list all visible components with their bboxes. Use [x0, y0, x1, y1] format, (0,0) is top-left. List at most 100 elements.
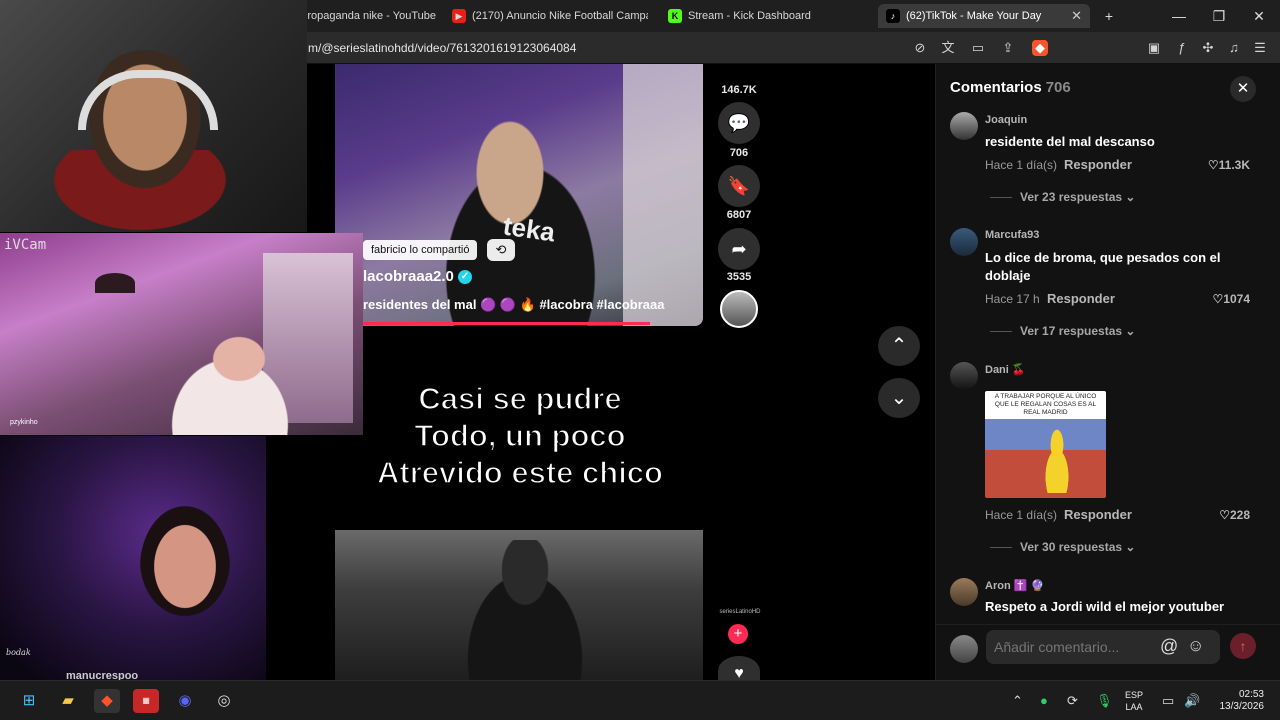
network-icon[interactable]: ▭ — [1162, 693, 1174, 709]
video-overlay-text: Casi se pudre Todo, un poco Atrevido est… — [340, 380, 700, 491]
tray-app-icon[interactable]: ● — [1040, 693, 1048, 708]
comments-count: 706 — [729, 147, 749, 159]
comment-icon[interactable]: 💬 — [718, 102, 760, 144]
heart-outline-icon: ♡ — [1207, 158, 1219, 172]
overlay-line: Atrevido este chico — [376, 454, 663, 491]
kick-icon: K — [668, 9, 682, 23]
translate-icon[interactable]: 文 — [940, 40, 956, 56]
tab-kick-dashboard[interactable]: K Stream - Kick Dashboard — [668, 4, 868, 28]
comment-like-button[interactable]: ♡11.3K — [1208, 158, 1250, 172]
emoji-icon[interactable]: ☺ — [1187, 636, 1204, 656]
divider — [990, 547, 1012, 549]
webcam-lamp — [95, 273, 135, 293]
previous-video-chevron-up-icon[interactable]: ⌃ — [878, 326, 920, 366]
keyboard-layout: LAA — [1125, 702, 1143, 712]
overlay-line: Todo, un poco — [414, 417, 627, 454]
share-arrow-icon[interactable]: ➦ — [718, 228, 760, 270]
tray-chevron-up-icon[interactable]: ⌃ — [1012, 693, 1023, 709]
repost-icon[interactable]: ⟲ — [487, 239, 515, 261]
webcam-face — [140, 506, 230, 616]
video-progress-bar[interactable] — [335, 322, 650, 325]
comment-input[interactable] — [986, 630, 1220, 664]
comment-user[interactable]: Joaquin — [985, 114, 1027, 126]
reply-button[interactable]: Responder — [1047, 291, 1115, 306]
volume-icon[interactable]: 🔊 — [1184, 693, 1200, 709]
next-video-chevron-down-icon[interactable]: ⌄ — [878, 378, 920, 418]
view-replies-button[interactable]: Ver 17 respuestas ⌄ — [990, 324, 1135, 338]
clock-date: 13/3/2026 — [1219, 701, 1265, 712]
close-tab-icon[interactable]: ✕ — [1071, 8, 1082, 24]
extension-f-icon[interactable]: ƒ — [1174, 40, 1190, 56]
follow-plus-icon[interactable]: + — [728, 624, 748, 644]
windows-start-icon[interactable]: ⊞ — [16, 689, 42, 713]
author-name: lacobraaa2.0 — [363, 268, 454, 285]
comment-user[interactable]: Dani 🍒 — [985, 363, 1026, 376]
saves-count: 6807 — [726, 209, 752, 221]
menu-icon[interactable]: ☰ — [1252, 40, 1268, 56]
maximize-icon[interactable]: ❐ — [1204, 6, 1234, 26]
language-indicator[interactable]: ESP LAA — [1125, 689, 1143, 713]
next-video-player[interactable] — [335, 530, 703, 680]
comment-meme-image[interactable]: A TRABAJAR PORQUE AL ÚNICO QUE LE REGALA… — [985, 391, 1106, 498]
share-icon[interactable]: ⇪ — [1000, 40, 1016, 56]
comment-text: Lo dice de broma, que pesados con el dob… — [985, 250, 1221, 283]
comment-user[interactable]: Aron ✝️ 🔮 — [985, 579, 1044, 592]
send-arrow-icon[interactable]: ↑ — [1230, 633, 1256, 659]
minimize-icon[interactable]: — — [1164, 6, 1194, 26]
sync-icon[interactable]: ⟳ — [1067, 693, 1078, 709]
discord-icon[interactable]: ◉ — [172, 689, 198, 713]
brave-shield-icon[interactable]: ◆ — [1032, 40, 1048, 56]
webcam-overlay-1 — [0, 0, 307, 232]
comment-time: Hace 17 h — [985, 292, 1040, 306]
close-window-icon[interactable]: ✕ — [1244, 6, 1274, 26]
view-replies-button[interactable]: Ver 30 respuestas ⌄ — [990, 540, 1135, 554]
sound-avatar[interactable] — [720, 290, 758, 328]
avatar[interactable] — [950, 112, 978, 140]
shared-by-label: fabricio lo compartió — [363, 240, 478, 260]
avatar[interactable] — [950, 362, 978, 390]
video-player[interactable]: teka — [335, 64, 703, 326]
webcam-label: iVCam — [4, 237, 47, 253]
clock[interactable]: 02:53 13/3/2026 — [1210, 689, 1265, 713]
view-replies-button[interactable]: Ver 23 respuestas ⌄ — [990, 190, 1135, 204]
comment-text: residente del mal descanso — [985, 134, 1155, 149]
extensions-puzzle-icon[interactable]: ✣ — [1200, 40, 1216, 56]
file-explorer-icon[interactable]: ▰ — [55, 689, 81, 713]
verified-icon: ✓ — [457, 270, 472, 285]
comment-like-button[interactable]: ♡1074 — [1213, 292, 1250, 306]
tab-tiktok[interactable]: ♪ (62)TikTok - Make Your Day ✕ — [878, 4, 1090, 28]
avatar[interactable] — [950, 228, 978, 256]
url-field[interactable]: m/@serieslatinohdd/video/761320161912306… — [308, 41, 576, 55]
reply-button[interactable]: Responder — [1064, 507, 1132, 522]
comment-user[interactable]: Marcufa93 — [985, 229, 1039, 241]
comment-text: Respeto a Jordi wild el mejor youtuber — [985, 599, 1225, 614]
video-background — [623, 64, 703, 326]
voicemeeter-icon[interactable]: ▦ — [133, 689, 159, 713]
mention-icon[interactable]: @ — [1160, 636, 1178, 657]
tab-youtube-propaganda[interactable]: Propaganda nike - YouTube — [300, 4, 440, 28]
avatar[interactable] — [950, 578, 978, 606]
obs-icon[interactable]: ◎ — [211, 689, 237, 713]
cast-icon[interactable]: ▭ — [970, 40, 986, 56]
extension-icon[interactable]: ▣ — [1146, 40, 1162, 56]
tiktok-icon: ♪ — [886, 9, 900, 23]
like-count: 11.3K — [1218, 158, 1250, 172]
media-icon[interactable]: ♫ — [1226, 40, 1242, 56]
translate-off-icon[interactable]: ⊘ — [912, 40, 928, 56]
reply-button[interactable]: Responder — [1064, 157, 1132, 172]
likes-count: 146.7K — [721, 84, 757, 96]
tab-youtube-anuncio[interactable]: ▶ (2170) Anuncio Nike Football Campa — [452, 4, 648, 28]
new-tab-icon[interactable]: + — [1094, 6, 1124, 26]
overlay-line: Casi se pudre — [418, 380, 623, 417]
comment-like-button[interactable]: ♡228 — [1219, 508, 1250, 522]
bookmark-icon[interactable]: 🔖 — [718, 165, 760, 207]
video-author[interactable]: lacobraaa2.0 ✓ — [363, 268, 472, 285]
webcam-signature: bodak — [6, 648, 31, 657]
brave-icon[interactable]: ◆ — [94, 689, 120, 713]
microphone-icon[interactable]: 🎙 — [1096, 693, 1113, 709]
comment-time: Hace 1 día(s) — [985, 508, 1058, 522]
like-count: 228 — [1229, 508, 1250, 522]
next-video-user[interactable]: seriesLatinoHD — [718, 609, 762, 615]
view-replies-label: Ver 17 respuestas — [1020, 324, 1123, 338]
close-comments-icon[interactable]: ✕ — [1230, 76, 1256, 102]
